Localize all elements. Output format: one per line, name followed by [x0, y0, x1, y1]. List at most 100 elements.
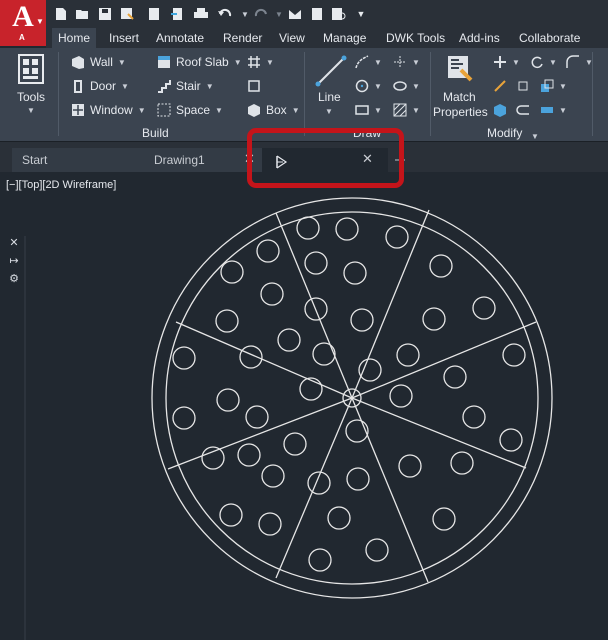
- offset-button[interactable]: [516, 101, 530, 119]
- new-icon[interactable]: [52, 5, 70, 23]
- modify-panel-label[interactable]: Modify: [487, 126, 522, 140]
- ribbon-separator: [592, 52, 593, 136]
- window-icon: [71, 103, 85, 117]
- box-label: Box: [266, 103, 287, 117]
- stair-label: Stair: [176, 79, 201, 93]
- topping-circles: [172, 216, 526, 572]
- ellipse-icon: [393, 79, 407, 93]
- tab-add-ins[interactable]: Add-ins: [453, 28, 506, 48]
- file-tab-start-label: Start: [22, 153, 48, 167]
- undo-icon[interactable]: [216, 5, 234, 23]
- tab-collaborate[interactable]: Collaborate: [513, 28, 586, 48]
- ellipse-button[interactable]: ▼: [393, 77, 420, 95]
- redo-icon[interactable]: [252, 5, 270, 23]
- circle-button[interactable]: ▼: [355, 77, 382, 95]
- roof-slab-button[interactable]: Roof Slab ▼: [157, 53, 242, 71]
- share-icon[interactable]: [286, 5, 304, 23]
- fillet-icon: [566, 55, 580, 69]
- tab-dwk-tools[interactable]: DWK Tools: [380, 28, 451, 48]
- ribbon-separator: [430, 52, 431, 136]
- wall-icon: [71, 55, 85, 69]
- drawing-canvas[interactable]: [−][Top][2D Wireframe] ✕ ↦ ⚙: [0, 172, 608, 640]
- stair-button[interactable]: Stair ▼: [157, 77, 214, 95]
- grid-icon: [247, 55, 261, 69]
- move-icon: [493, 55, 507, 69]
- export-icon[interactable]: [168, 5, 186, 23]
- application-menu-button[interactable]: A A ▼: [0, 0, 46, 46]
- tab-manage[interactable]: Manage: [317, 28, 372, 48]
- hatch-button[interactable]: ▼: [393, 101, 420, 119]
- rectangle-icon: [355, 103, 369, 117]
- polyline-button[interactable]: ▼: [355, 53, 382, 71]
- file-tab-start[interactable]: Start: [12, 148, 148, 172]
- circle-icon: [355, 79, 369, 93]
- ribbon-separator: [58, 52, 59, 136]
- wall-label: Wall: [90, 55, 113, 69]
- hatch-icon: [393, 103, 407, 117]
- caret-down-icon: ▼: [36, 17, 44, 26]
- app-logo-subletter: A: [19, 33, 25, 42]
- tab-annotate[interactable]: Annotate: [150, 28, 210, 48]
- customize-icon[interactable]: ▼: [352, 5, 370, 23]
- save-as-icon[interactable]: [118, 5, 136, 23]
- point-button[interactable]: ▼: [393, 53, 420, 71]
- wall-button[interactable]: Wall ▼: [71, 53, 126, 71]
- point-icon: [393, 55, 407, 69]
- match-label-line2[interactable]: Properties: [433, 103, 488, 121]
- door-label: Door: [90, 79, 117, 93]
- move-button[interactable]: ▼: [493, 53, 520, 71]
- copy-icon: [493, 79, 507, 93]
- offset-icon: [516, 103, 530, 117]
- build-panel-label[interactable]: Build: [142, 126, 169, 140]
- box-button[interactable]: Box ▼: [247, 101, 300, 119]
- tab-view[interactable]: View: [273, 28, 311, 48]
- tab-insert[interactable]: Insert: [103, 28, 145, 48]
- tools-dropdown-icon[interactable]: ▼: [27, 101, 35, 119]
- save-icon[interactable]: [96, 5, 114, 23]
- file-tab-drawing1[interactable]: Drawing1: [132, 148, 262, 172]
- print-preview-icon[interactable]: [145, 5, 163, 23]
- window-button[interactable]: Window ▼: [71, 101, 146, 119]
- space-icon: [157, 103, 171, 117]
- grid-button[interactable]: ▼: [247, 53, 274, 71]
- column-button[interactable]: [247, 77, 261, 95]
- rectangle-button[interactable]: ▼: [355, 101, 382, 119]
- ribbon-separator: [304, 52, 305, 136]
- tab-render[interactable]: Render: [217, 28, 268, 48]
- file-tab-drawing1-label: Drawing1: [154, 153, 205, 167]
- fillet-button[interactable]: ▼: [566, 53, 593, 71]
- door-icon: [71, 79, 85, 93]
- rotate-button[interactable]: ▼: [530, 53, 557, 71]
- sheet-icon[interactable]: [308, 5, 326, 23]
- array-button[interactable]: [493, 101, 507, 119]
- space-button[interactable]: Space ▼: [157, 101, 223, 119]
- plot-icon[interactable]: [330, 5, 348, 23]
- stretch-button[interactable]: ▼: [540, 101, 567, 119]
- box-icon: [247, 103, 261, 117]
- roof-slab-icon: [157, 55, 171, 69]
- copy-button[interactable]: [493, 77, 507, 95]
- app-logo-letter: A: [12, 0, 34, 33]
- pizza-drawing: [151, 197, 553, 599]
- rotate-icon: [530, 55, 544, 69]
- window-label: Window: [90, 103, 133, 117]
- tab-home[interactable]: Home: [52, 28, 97, 48]
- tools-grid-icon[interactable]: [18, 54, 44, 84]
- column-icon: [247, 79, 261, 93]
- roof-slab-label: Roof Slab: [176, 55, 229, 69]
- scale-button[interactable]: ▼: [540, 77, 567, 95]
- match-properties-icon[interactable]: [445, 54, 475, 84]
- space-label: Space: [176, 103, 211, 117]
- line-tool-icon[interactable]: [314, 54, 348, 88]
- print-icon[interactable]: [192, 5, 210, 23]
- open-icon[interactable]: [74, 5, 92, 23]
- ribbon-tab-bar: Home Insert Annotate Render View Manage …: [46, 28, 608, 48]
- array-icon: [493, 103, 507, 117]
- mirror-icon: [516, 79, 530, 93]
- scale-icon: [540, 79, 554, 93]
- highlight-box: [247, 128, 404, 188]
- stretch-icon: [540, 103, 554, 117]
- line-dropdown-icon[interactable]: ▼: [325, 102, 333, 120]
- door-button[interactable]: Door ▼: [71, 77, 129, 95]
- mirror-button[interactable]: [516, 77, 530, 95]
